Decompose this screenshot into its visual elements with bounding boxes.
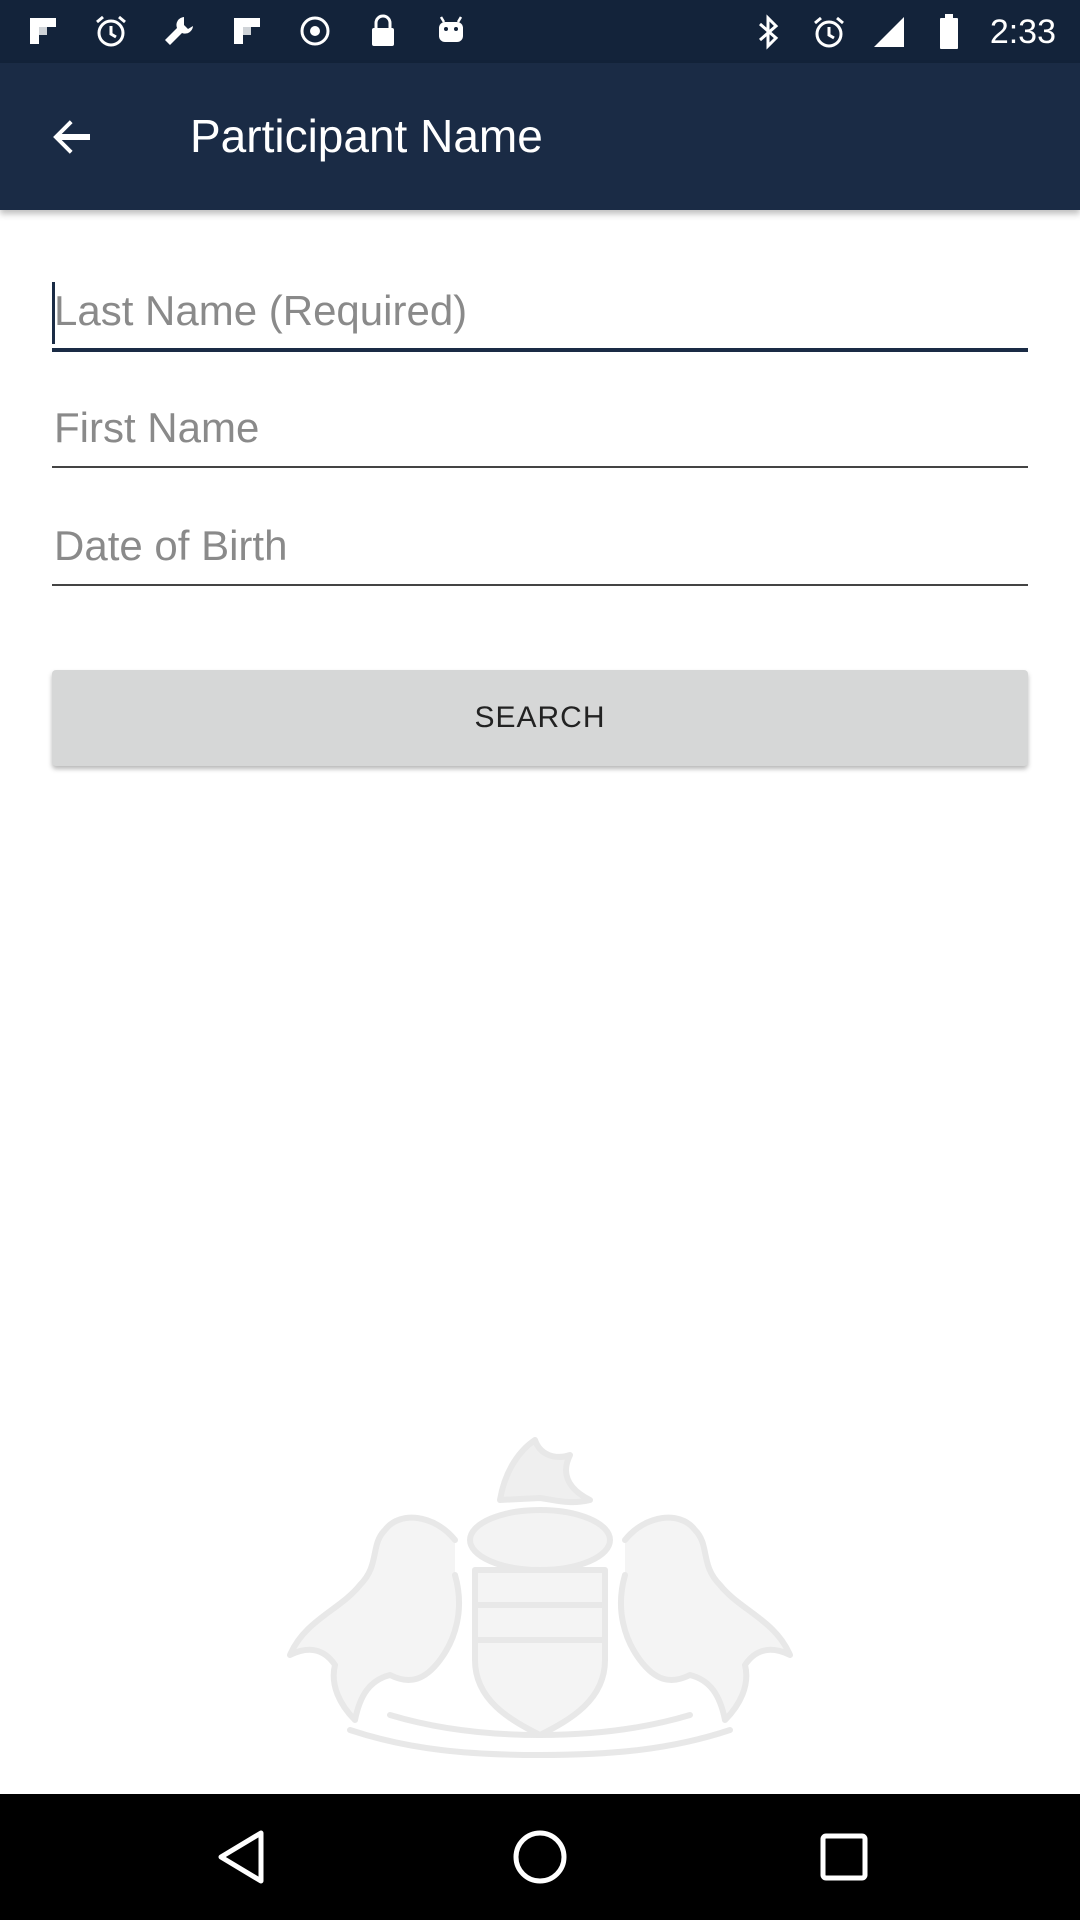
battery-icon: [930, 13, 968, 51]
last-name-field-container: [52, 274, 1028, 352]
nav-recents-icon: [820, 1833, 868, 1881]
first-name-field-container: [52, 390, 1028, 468]
text-cursor: [52, 282, 55, 344]
nav-recents-button[interactable]: [804, 1822, 884, 1892]
signal-icon: [870, 13, 908, 51]
alarm-icon: [810, 13, 848, 51]
back-button[interactable]: [40, 105, 104, 169]
wrench-icon: [160, 12, 198, 50]
flipboard-icon: [24, 12, 62, 50]
last-name-input[interactable]: [52, 274, 1028, 348]
search-button[interactable]: SEARCH: [52, 670, 1028, 766]
lock-icon: [364, 12, 402, 50]
status-bar: 2:33: [0, 0, 1080, 63]
flipboard-icon: [228, 12, 266, 50]
arrow-back-icon: [53, 120, 90, 154]
nav-home-icon: [513, 1830, 567, 1884]
alarm-icon: [92, 12, 130, 50]
page-title: Participant Name: [190, 110, 543, 162]
date-of-birth-input[interactable]: [52, 508, 1028, 584]
first-name-input[interactable]: [52, 390, 1028, 466]
navigation-bar: [0, 1794, 1080, 1920]
dob-field-container: [52, 508, 1028, 586]
coat-of-arms-watermark: [287, 1437, 793, 1758]
android-icon: [432, 12, 470, 50]
nav-back-icon: [218, 1830, 264, 1884]
podcast-icon: [296, 12, 334, 50]
nav-back-button[interactable]: [200, 1822, 280, 1892]
clock-time: 2:33: [989, 13, 1056, 51]
app-bar: Participant Name: [0, 63, 1080, 210]
bluetooth-icon: [750, 13, 788, 51]
nav-home-button[interactable]: [500, 1822, 580, 1892]
